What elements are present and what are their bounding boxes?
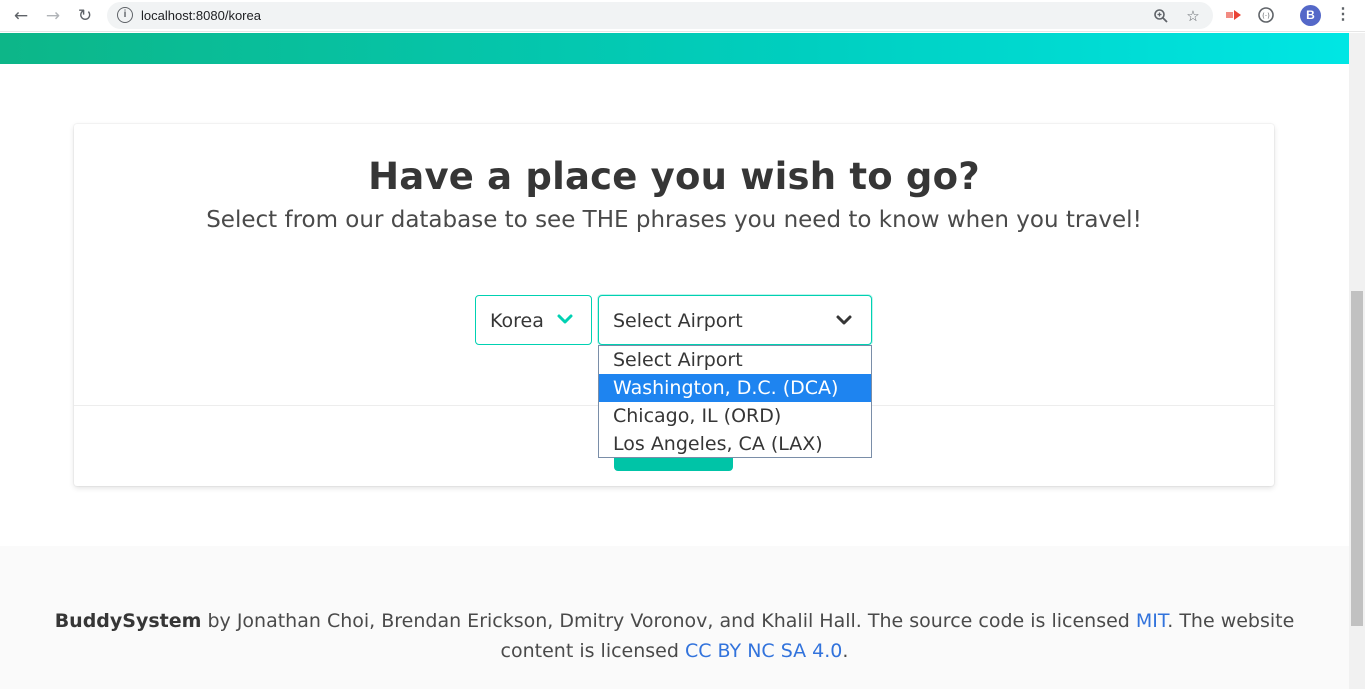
airport-dropdown-list: Select Airport Washington, D.C. (DCA) Ch… [598,345,872,458]
scrollbar-thumb[interactable] [1351,291,1363,626]
airport-option[interactable]: Los Angeles, CA (LAX) [599,430,871,458]
airport-option[interactable]: Washington, D.C. (DCA) [599,374,871,402]
page-viewport: Have a place you wish to go? Select from… [0,33,1349,689]
scrollbar[interactable] [1349,33,1365,689]
chevron-down-icon [833,309,855,331]
kebab-menu-icon[interactable]: ⋮ [1335,6,1351,26]
airport-select[interactable]: Select Airport [598,295,872,345]
zoom-icon[interactable] [1152,7,1170,25]
cast-extension-icon[interactable] [1225,6,1243,24]
footer-end-text: . [842,640,849,662]
footer-authors-text: by Jonathan Choi, Brendan Erickson, Dmit… [201,610,1136,632]
mit-license-link[interactable]: MIT [1136,610,1167,632]
airport-option[interactable]: Select Airport [599,346,871,374]
extension-icon[interactable]: (·) [1257,6,1275,24]
page-subtitle: Select from our database to see THE phra… [206,207,1142,233]
hero-banner [0,33,1349,64]
cc-license-link[interactable]: CC BY NC SA 4.0 [685,640,842,662]
footer-credits: BuddySystem by Jonathan Choi, Brendan Er… [40,606,1309,666]
chevron-down-icon [554,308,576,330]
reload-icon[interactable]: ↻ [74,6,96,26]
star-icon[interactable]: ☆ [1184,7,1202,25]
svg-text:(·): (·) [1262,12,1270,20]
footer-brand: BuddySystem [54,610,202,632]
site-info-icon[interactable]: i [117,7,133,23]
avatar[interactable]: B [1300,5,1321,26]
address-bar-url[interactable]: localhost:8080/korea [141,8,261,23]
country-select-value: Korea [490,310,544,332]
back-arrow-icon[interactable]: ← [10,6,32,26]
airport-select-value: Select Airport [613,310,743,332]
browser-toolbar: ← → ↻ i localhost:8080/korea ☆ (·) B ⋮ [0,0,1365,32]
page-footer: BuddySystem by Jonathan Choi, Brendan Er… [0,546,1349,689]
forward-arrow-icon[interactable]: → [42,6,64,26]
page-title: Have a place you wish to go? [368,155,980,198]
airport-option[interactable]: Chicago, IL (ORD) [599,402,871,430]
address-bar[interactable]: i localhost:8080/korea ☆ [107,2,1213,29]
country-select[interactable]: Korea [475,295,592,345]
